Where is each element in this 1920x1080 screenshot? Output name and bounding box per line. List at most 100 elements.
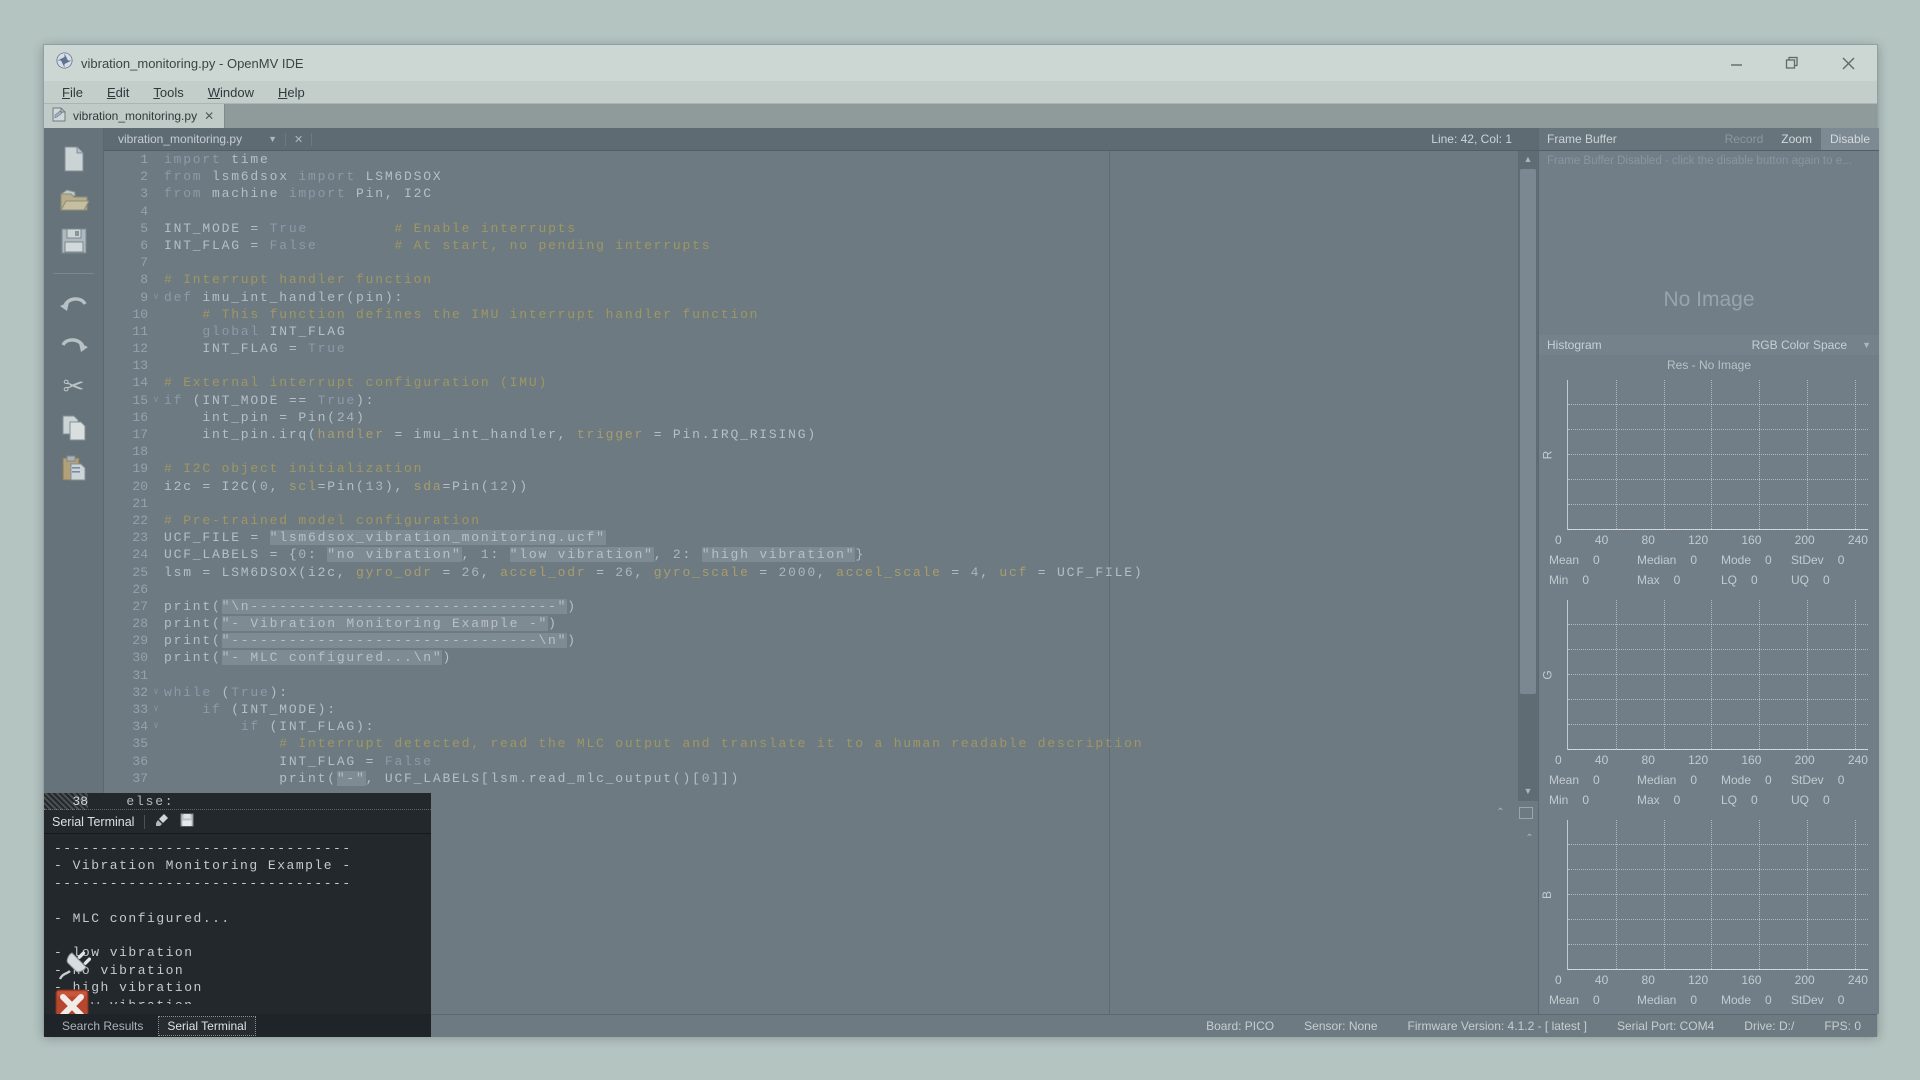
line-number: 32: [104, 684, 148, 701]
stat-value: Mode0: [1721, 773, 1791, 787]
line-number: 24: [104, 546, 148, 563]
axis-tick: 120: [1688, 533, 1708, 547]
fold-marker: [148, 340, 164, 357]
new-file-icon[interactable]: [57, 142, 91, 176]
channel-label: B: [1540, 891, 1554, 899]
fold-marker: [148, 151, 164, 168]
code-line: 25lsm = LSM6DSOX(i2c, gyro_odr = 26, acc…: [104, 564, 1538, 581]
axis-tick: 240: [1848, 533, 1868, 547]
openmv-ide-window: vibration_monitoring.py - OpenMV IDE Fil…: [43, 44, 1878, 1036]
line-number: 4: [104, 203, 148, 220]
menu-item-edit[interactable]: Edit: [97, 83, 139, 102]
histogram-chart-r: R04080120160200240Mean0Median0Mode0StDev…: [1539, 380, 1879, 587]
restore-button[interactable]: [1781, 52, 1803, 74]
code-line: 34∨ if (INT_FLAG):: [104, 718, 1538, 735]
color-space-dropdown[interactable]: RGB Color Space: [1752, 338, 1847, 352]
axis-tick: 120: [1688, 973, 1708, 987]
menu-item-help[interactable]: Help: [268, 83, 315, 102]
axis-tick: 160: [1741, 753, 1761, 767]
scrollbar-thumb[interactable]: [1520, 169, 1536, 694]
openmv-logo-icon: [56, 52, 73, 74]
tab-vibration-monitoring[interactable]: vibration_monitoring.py ✕: [44, 104, 225, 128]
code-line: 26: [104, 581, 1538, 598]
fold-marker: [148, 237, 164, 254]
line-number: 22: [104, 512, 148, 529]
paste-icon[interactable]: [57, 452, 91, 486]
status-item: Board: PICO: [1206, 1019, 1274, 1033]
pane-maximize-icon[interactable]: [1519, 807, 1533, 819]
connect-plug-icon[interactable]: [58, 949, 91, 990]
record-button[interactable]: Record: [1716, 128, 1773, 150]
redo-icon[interactable]: [57, 329, 91, 363]
copy-icon[interactable]: [57, 411, 91, 445]
terminal-output: -------------------------------- - Vibra…: [44, 834, 431, 1004]
undo-icon[interactable]: [57, 288, 91, 322]
pane-collapse-icon[interactable]: ⌃: [1491, 805, 1510, 821]
histogram-charts: R04080120160200240Mean0Median0Mode0StDev…: [1539, 380, 1879, 1040]
line-number: 21: [104, 495, 148, 512]
line-number: 36: [104, 753, 148, 770]
fold-marker: [148, 495, 164, 512]
menu-item-file[interactable]: File: [52, 83, 93, 102]
fold-marker: [148, 460, 164, 477]
histogram-chart-b: B04080120160200240Mean0Median0Mode0StDev…: [1539, 820, 1879, 1027]
zoom-button[interactable]: Zoom: [1772, 128, 1821, 150]
open-folder-icon[interactable]: [57, 183, 91, 217]
fold-marker[interactable]: ∨: [148, 684, 164, 701]
line-number: 30: [104, 649, 148, 666]
histogram-chart-g: G04080120160200240Mean0Median0Mode0StDev…: [1539, 600, 1879, 807]
frame-buffer-panel: Frame Buffer Record Zoom Disable Frame B…: [1538, 128, 1879, 1014]
status-item: Serial Port: COM4: [1617, 1019, 1714, 1033]
stat-value: Mode0: [1721, 993, 1791, 1007]
editor-overlay-line: 38 else:: [44, 793, 431, 810]
save-log-icon[interactable]: [180, 813, 194, 830]
menu-item-window[interactable]: Window: [198, 83, 264, 102]
output-tab-serial-terminal[interactable]: Serial Terminal: [159, 1017, 254, 1035]
fold-marker: [148, 271, 164, 288]
fold-marker[interactable]: ∨: [148, 392, 164, 409]
scroll-up-icon[interactable]: ▲: [1518, 151, 1538, 167]
stat-value: Mean0: [1549, 773, 1637, 787]
stat-value: Min0: [1549, 573, 1637, 587]
fold-marker: [148, 409, 164, 426]
tab-close-icon[interactable]: ✕: [204, 109, 214, 123]
cut-icon[interactable]: ✂: [57, 370, 91, 404]
code-line: 20i2c = I2C(0, scl=Pin(13), sda=Pin(12)): [104, 478, 1538, 495]
close-button[interactable]: [1837, 52, 1859, 74]
line-number: 9: [104, 289, 148, 306]
pane-up-icon[interactable]: ⌃: [1520, 831, 1539, 847]
code-line: 19# I2C object initialization: [104, 460, 1538, 477]
fold-marker[interactable]: ∨: [148, 701, 164, 718]
code-line: 15∨if (INT_MODE == True):: [104, 392, 1538, 409]
fold-marker[interactable]: ∨: [148, 289, 164, 306]
code-line: 30print("- MLC configured...\n"): [104, 649, 1538, 666]
line-number: 15: [104, 392, 148, 409]
clear-terminal-icon[interactable]: [155, 813, 170, 830]
axis-tick: 40: [1595, 753, 1608, 767]
editor-scrollbar[interactable]: ▲ ▼: [1518, 151, 1538, 801]
line-number: 6: [104, 237, 148, 254]
channel-label: R: [1540, 451, 1554, 460]
code-line: 28print("- Vibration Monitoring Example …: [104, 615, 1538, 632]
status-item: Firmware Version: 4.1.2 - [ latest ]: [1408, 1019, 1587, 1033]
disable-button[interactable]: Disable: [1821, 128, 1879, 150]
line-number: 3: [104, 185, 148, 202]
save-icon[interactable]: [57, 224, 91, 258]
axis-tick: 200: [1795, 533, 1815, 547]
menu-item-tools[interactable]: Tools: [143, 83, 193, 102]
fold-marker: [148, 168, 164, 185]
open-file-dropdown[interactable]: vibration_monitoring.py ▼: [104, 132, 285, 146]
code-line: 18: [104, 443, 1538, 460]
code-line: 3from machine import Pin, I2C: [104, 185, 1538, 202]
minimize-button[interactable]: [1725, 52, 1747, 74]
scroll-down-icon[interactable]: ▼: [1518, 783, 1538, 799]
editor-close-icon[interactable]: ✕: [285, 133, 312, 146]
fold-marker[interactable]: ∨: [148, 718, 164, 735]
output-tab-search-results[interactable]: Search Results: [54, 1017, 151, 1035]
line-number: 5: [104, 220, 148, 237]
stat-value: StDev0: [1791, 993, 1865, 1007]
resolution-label: Res - No Image: [1539, 358, 1879, 372]
line-number: 25: [104, 564, 148, 581]
line-number: 26: [104, 581, 148, 598]
stat-value: Min0: [1549, 793, 1637, 807]
